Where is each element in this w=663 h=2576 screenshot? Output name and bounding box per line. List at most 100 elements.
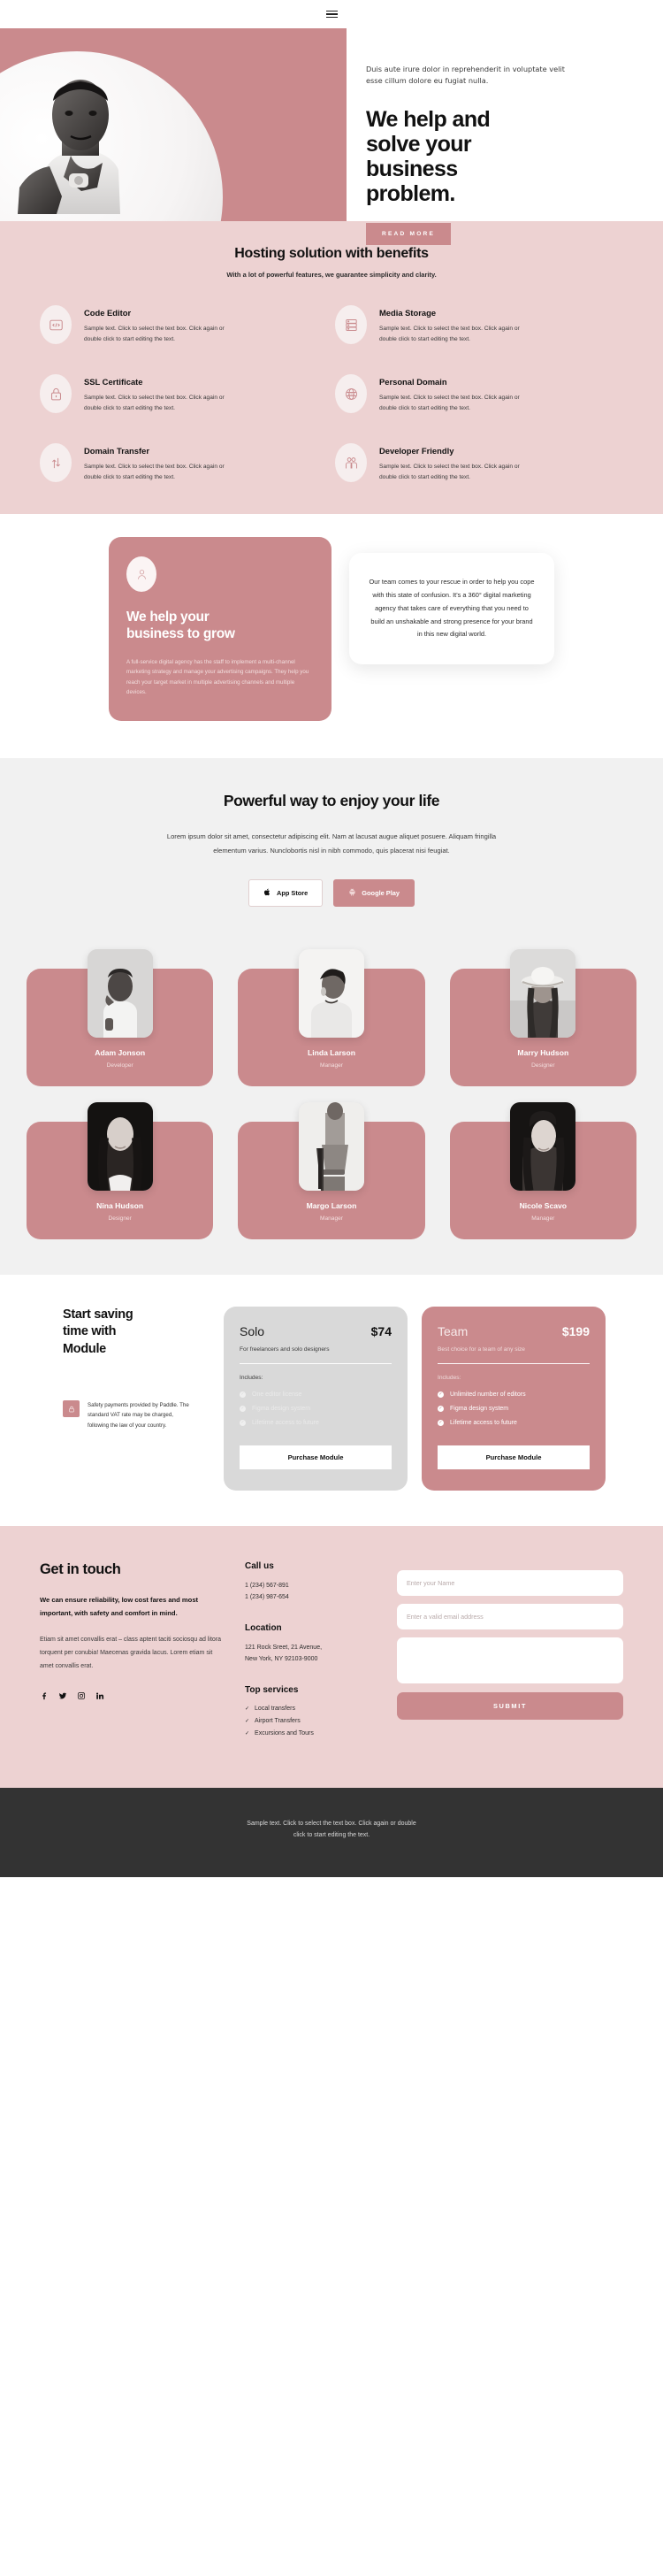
globe-www-icon: www	[335, 374, 367, 414]
check-circle-icon: ✓	[240, 1391, 246, 1398]
pricing-card-header: Solo $74	[240, 1324, 392, 1338]
social-links	[40, 1689, 225, 1705]
service-label: Local transfers	[255, 1705, 295, 1712]
benefit-description: Sample text. Click to select the text bo…	[84, 464, 225, 480]
plan-price: $199	[561, 1323, 590, 1338]
contact-paragraph: Etiam sit amet convallis erat – class ap…	[40, 1637, 222, 1669]
team-member-role: Manager	[531, 1215, 555, 1222]
team-card[interactable]: Nicole Scavo Manager	[449, 1101, 636, 1239]
team-member-name: Margo Larson	[306, 1200, 357, 1210]
footer-text: Sample text. Click to select the text bo…	[0, 1818, 663, 1842]
google-play-label: Google Play	[362, 888, 400, 897]
pricing-card-team: Team $199 Best choice for a team of any …	[422, 1306, 606, 1491]
benefit-title: SSL Certificate	[84, 377, 143, 387]
hero-image-panel	[0, 28, 347, 221]
benefit-item: Domain Transfer Sample text. Click to se…	[40, 443, 328, 483]
read-more-button[interactable]: READ MORE	[366, 222, 452, 245]
plan-feature: ✓ One editor license	[240, 1391, 392, 1398]
plan-feature-list: ✓ One editor license ✓ Figma design system…	[240, 1391, 392, 1426]
android-icon	[348, 888, 356, 898]
contact-form-column: SUBMIT	[397, 1561, 623, 1736]
team-member-name: Marry Hudson	[517, 1047, 569, 1057]
benefit-title: Media Storage	[379, 308, 437, 318]
hamburger-menu-icon[interactable]	[323, 7, 341, 22]
site-footer: Sample text. Click to select the text bo…	[0, 1787, 663, 1877]
message-textarea[interactable]	[397, 1637, 623, 1683]
plan-feature-list: ✓ Unlimited number of editors ✓ Figma desi…	[438, 1391, 590, 1426]
grow-heading: We help your business to grow	[126, 610, 314, 643]
team-member-name: Nina Hudson	[96, 1200, 144, 1210]
team-card[interactable]: Margo Larson Manager	[238, 1101, 425, 1239]
check-icon: ✓	[245, 1718, 250, 1724]
plan-feature: ✓ Figma design system	[240, 1405, 392, 1412]
grow-heading-line-1: We help your	[126, 610, 210, 625]
pricing-safety-note: Safety payments provided by Paddle. The …	[63, 1400, 210, 1430]
apple-icon	[263, 888, 271, 898]
benefit-description: Sample text. Click to select the text bo…	[379, 326, 520, 342]
service-label: Excursions and Tours	[255, 1729, 314, 1736]
service-item[interactable]: ✓ Excursions and Tours	[245, 1730, 377, 1736]
hero-subtext: Duis aute irure dolor in reprehenderit i…	[366, 65, 565, 86]
team-member-photo	[87, 948, 153, 1038]
team-member-role: Manager	[319, 1215, 343, 1222]
address-line-2: New York, NY 92103-9000	[245, 1655, 318, 1662]
facebook-icon[interactable]	[40, 1689, 49, 1705]
plan-feature: ✓ Lifetime access to future	[240, 1419, 392, 1426]
footer-text-line-2: click to start editing the text.	[293, 1832, 370, 1839]
team-member-photo	[298, 948, 364, 1038]
phone-numbers: 1 (234) 567-891 1 (234) 987-654	[245, 1581, 377, 1604]
app-store-button[interactable]: App Store	[248, 878, 324, 907]
hero-title-line-2: solve your	[366, 131, 472, 157]
grow-card: We help your business to grow A full-ser…	[109, 537, 332, 721]
hero-copy: Duis aute irure dolor in reprehenderit i…	[347, 28, 663, 245]
grow-heading-line-2: business to grow	[126, 626, 235, 642]
pricing-heading-line-2: time with	[63, 1324, 117, 1339]
hero-title-line-4: problem.	[366, 181, 455, 207]
benefit-item: Code Editor Sample text. Click to select…	[40, 305, 328, 344]
service-item[interactable]: ✓ Local transfers	[245, 1706, 377, 1712]
benefit-title: Code Editor	[84, 308, 132, 318]
pricing-intro: Start saving time with Module Safety pay…	[57, 1307, 210, 1491]
team-grid: Adam Jonson Developer Linda Larson Manag…	[27, 948, 636, 1239]
benefit-description: Sample text. Click to select the text bo…	[379, 464, 520, 480]
plan-name: Team	[438, 1323, 469, 1338]
phone-2[interactable]: 1 (234) 987-654	[245, 1592, 377, 1604]
benefit-title: Personal Domain	[379, 377, 447, 387]
check-circle-icon: ✓	[438, 1405, 444, 1412]
plan-includes-label: Includes:	[240, 1374, 263, 1381]
team-card[interactable]: Nina Hudson Designer	[27, 1101, 214, 1239]
team-card[interactable]: Adam Jonson Developer	[27, 948, 214, 1086]
pricing-note-text: Safety payments provided by Paddle. The …	[88, 1402, 189, 1429]
powerful-title: Powerful way to enjoy your life	[223, 791, 440, 809]
svg-text:www: www	[347, 392, 354, 395]
grow-paragraph: A full-service digital agency has the st…	[126, 659, 309, 696]
linkedin-icon[interactable]	[95, 1689, 104, 1705]
purchase-module-button-team[interactable]: Purchase Module	[438, 1445, 590, 1469]
plan-feature-label: Lifetime access to future	[450, 1419, 517, 1426]
plan-feature-label: Figma design system	[450, 1405, 509, 1412]
google-play-button[interactable]: Google Play	[333, 878, 415, 907]
hero-title-line-3: business	[366, 157, 458, 182]
team-card[interactable]: Marry Hudson Designer	[449, 948, 636, 1086]
purchase-module-button-solo[interactable]: Purchase Module	[240, 1445, 392, 1469]
phone-1[interactable]: 1 (234) 567-891	[245, 1581, 377, 1592]
benefits-grid: Code Editor Sample text. Click to select…	[40, 305, 623, 483]
powerful-section: Powerful way to enjoy your life Lorem ip…	[0, 757, 663, 933]
submit-button[interactable]: SUBMIT	[397, 1691, 623, 1720]
benefit-item: Media Storage Sample text. Click to sele…	[335, 305, 623, 344]
benefit-description: Sample text. Click to select the text bo…	[84, 395, 225, 411]
service-item[interactable]: ✓ Airport Transfers	[245, 1718, 377, 1724]
twitter-icon[interactable]	[58, 1689, 67, 1705]
benefits-title: Hosting solution with benefits	[234, 246, 429, 261]
email-input[interactable]	[397, 1603, 623, 1629]
plan-name: Solo	[240, 1323, 265, 1338]
team-card[interactable]: Linda Larson Manager	[238, 948, 425, 1086]
benefits-subtitle: With a lot of powerful features, we guar…	[226, 271, 437, 279]
team-member-name: Adam Jonson	[95, 1047, 146, 1057]
benefit-title: Domain Transfer	[84, 446, 149, 456]
team-member-photo	[510, 1101, 576, 1191]
service-label: Airport Transfers	[255, 1717, 301, 1724]
name-input[interactable]	[397, 1569, 623, 1596]
instagram-icon[interactable]	[77, 1689, 86, 1705]
contact-details-column: Call us 1 (234) 567-891 1 (234) 987-654 …	[245, 1561, 377, 1736]
